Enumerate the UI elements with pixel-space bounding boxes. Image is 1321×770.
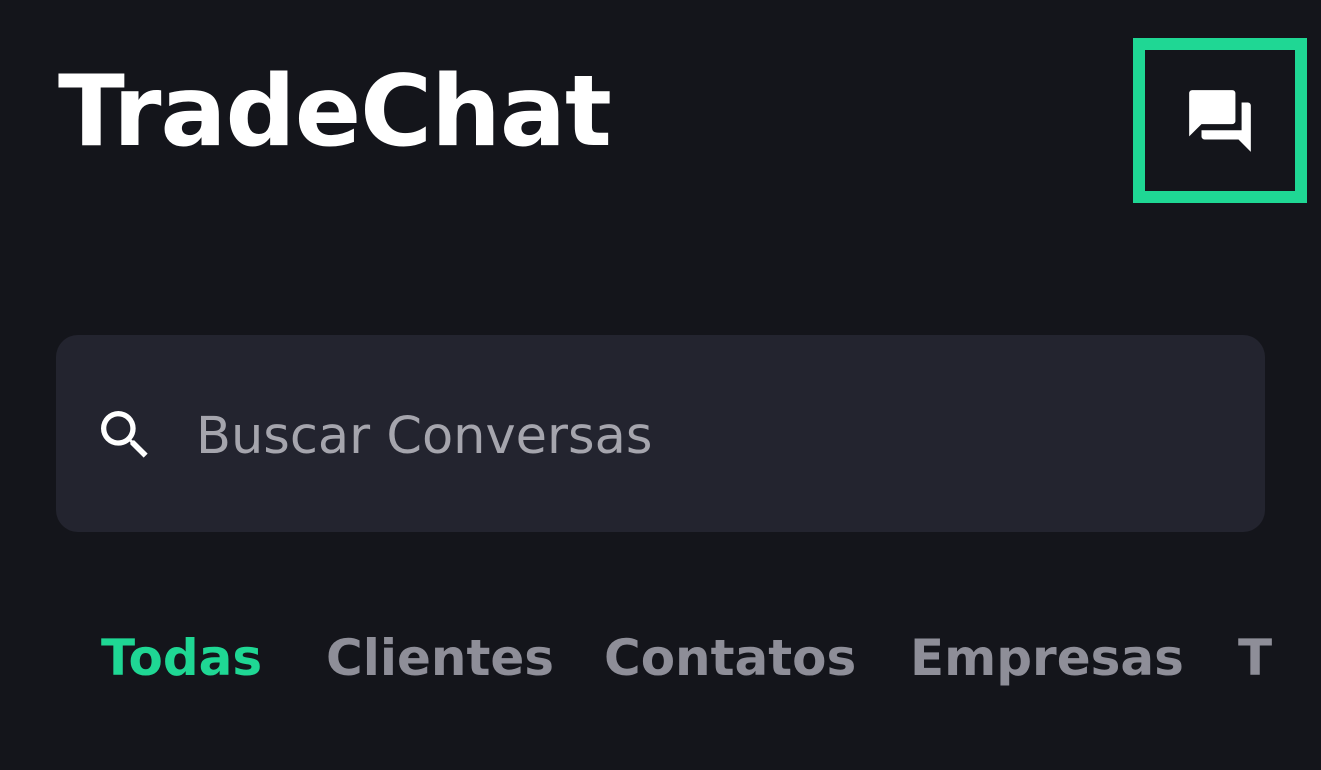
new-chat-button[interactable] [1133, 38, 1307, 203]
tab-contatos[interactable]: Contatos [604, 620, 856, 696]
tab-todas[interactable]: Todas [101, 620, 262, 696]
tab-clientes[interactable]: Clientes [326, 620, 554, 696]
app-title: TradeChat [58, 55, 612, 169]
tab-overflow[interactable]: T [1238, 620, 1272, 696]
chat-bubbles-icon [1189, 89, 1251, 152]
search-input[interactable] [196, 395, 1216, 477]
tab-empresas[interactable]: Empresas [910, 620, 1184, 696]
search-icon [93, 403, 157, 467]
filter-tabs: Todas Clientes Contatos Empresas T [0, 620, 1321, 700]
